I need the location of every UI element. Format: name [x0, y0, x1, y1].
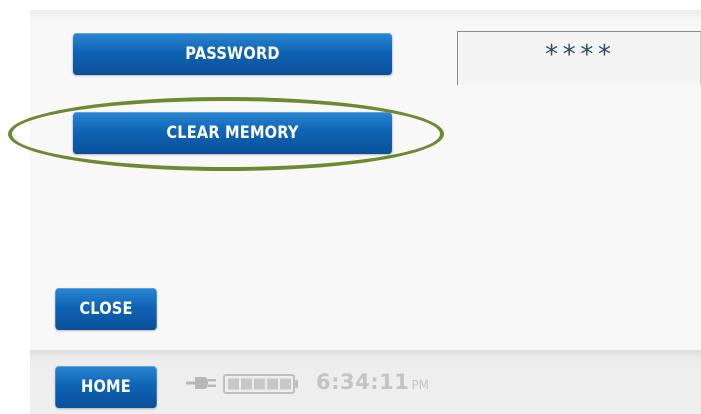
password-field-value: **** — [543, 40, 615, 70]
plug-icon — [186, 377, 216, 389]
highlight-oval — [8, 97, 444, 171]
close-button[interactable]: CLOSE — [55, 288, 157, 330]
password-button[interactable]: PASSWORD — [72, 33, 393, 75]
top-shade — [30, 10, 701, 22]
battery-icon — [223, 374, 298, 394]
home-button-label: HOME — [81, 377, 131, 397]
clock-ampm: PM — [411, 378, 429, 392]
password-button-label: PASSWORD — [185, 44, 280, 64]
clock-time: 6:34:11 — [316, 370, 410, 394]
password-field[interactable]: **** — [457, 31, 701, 85]
close-button-label: CLOSE — [79, 299, 133, 319]
home-button[interactable]: HOME — [55, 366, 157, 408]
clock: 6:34:11 PM — [316, 370, 429, 398]
